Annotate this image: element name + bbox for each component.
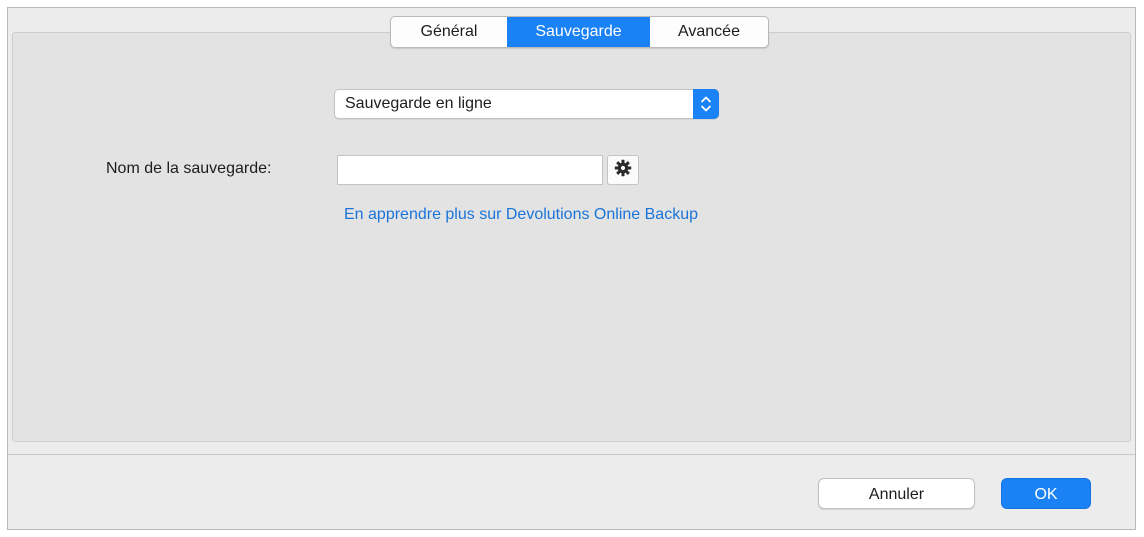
tab-avancee[interactable]: Avancée: [650, 17, 768, 47]
chevron-up-down-icon: [693, 89, 719, 119]
settings-button[interactable]: [607, 155, 639, 185]
cancel-button[interactable]: Annuler: [818, 478, 975, 509]
tab-general[interactable]: Général: [391, 17, 507, 47]
backup-type-select[interactable]: Sauvegarde en ligne: [334, 89, 719, 119]
gear-icon: [614, 159, 632, 182]
dialog-window: Général Sauvegarde Avancée Sauvegarde en…: [7, 7, 1136, 530]
footer-divider: [8, 454, 1135, 455]
backup-type-value: Sauvegarde en ligne: [345, 95, 492, 112]
tab-bar: Général Sauvegarde Avancée: [390, 16, 769, 48]
tab-sauvegarde[interactable]: Sauvegarde: [507, 17, 650, 47]
backup-name-label: Nom de la sauvegarde:: [106, 160, 272, 177]
learn-more-link[interactable]: En apprendre plus sur Devolutions Online…: [344, 206, 698, 224]
backup-name-input[interactable]: [337, 155, 603, 185]
ok-button[interactable]: OK: [1001, 478, 1091, 509]
